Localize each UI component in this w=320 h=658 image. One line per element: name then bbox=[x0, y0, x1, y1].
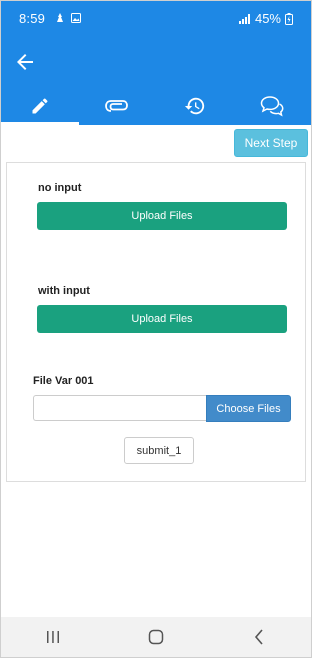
with-input-label: with input bbox=[38, 285, 90, 297]
tab-comments[interactable] bbox=[234, 87, 312, 125]
app-bar bbox=[1, 37, 311, 87]
back-icon bbox=[255, 629, 263, 645]
home-icon bbox=[148, 629, 164, 645]
app-frame: 8:59 45% Next Step no input Upload Files… bbox=[0, 0, 312, 658]
submit-button[interactable]: submit_1 bbox=[124, 437, 194, 464]
status-left-icons bbox=[55, 13, 81, 23]
status-bar: 8:59 45% bbox=[1, 1, 311, 37]
chat-bubbles-icon bbox=[260, 96, 284, 117]
battery-percent: 45% bbox=[254, 11, 281, 26]
tab-bar bbox=[1, 87, 311, 125]
file-var-label: File Var 001 bbox=[33, 375, 94, 387]
choose-files-button[interactable]: Choose Files bbox=[206, 395, 291, 422]
no-input-label: no input bbox=[38, 182, 82, 194]
next-step-button[interactable]: Next Step bbox=[234, 129, 308, 157]
upload-files-button-with-input[interactable]: Upload Files bbox=[37, 305, 287, 333]
paperclip-icon bbox=[105, 100, 129, 112]
status-time: 8:59 bbox=[19, 11, 46, 26]
tab-edit[interactable] bbox=[1, 87, 79, 125]
file-var-input[interactable] bbox=[33, 395, 207, 421]
nav-back-button[interactable] bbox=[239, 622, 279, 652]
system-nav-bar bbox=[1, 617, 311, 657]
back-button[interactable] bbox=[13, 50, 37, 74]
upload-files-button-no-input[interactable]: Upload Files bbox=[37, 202, 287, 230]
status-right: 45% bbox=[238, 11, 293, 26]
home-button[interactable] bbox=[136, 622, 176, 652]
form-card: no input Upload Files with input Upload … bbox=[6, 162, 306, 482]
notification-icon bbox=[57, 13, 63, 22]
main-content: Next Step no input Upload Files with inp… bbox=[1, 125, 311, 617]
history-icon bbox=[184, 97, 204, 115]
pencil-icon bbox=[32, 98, 48, 114]
image-icon bbox=[71, 13, 81, 23]
battery-charging-icon bbox=[285, 12, 293, 25]
signal-icon bbox=[238, 13, 250, 24]
recent-apps-icon bbox=[46, 631, 59, 643]
tab-attachments[interactable] bbox=[79, 87, 157, 125]
arrow-left-icon bbox=[17, 54, 33, 70]
tab-history[interactable] bbox=[156, 87, 234, 125]
recent-apps-button[interactable] bbox=[33, 622, 73, 652]
